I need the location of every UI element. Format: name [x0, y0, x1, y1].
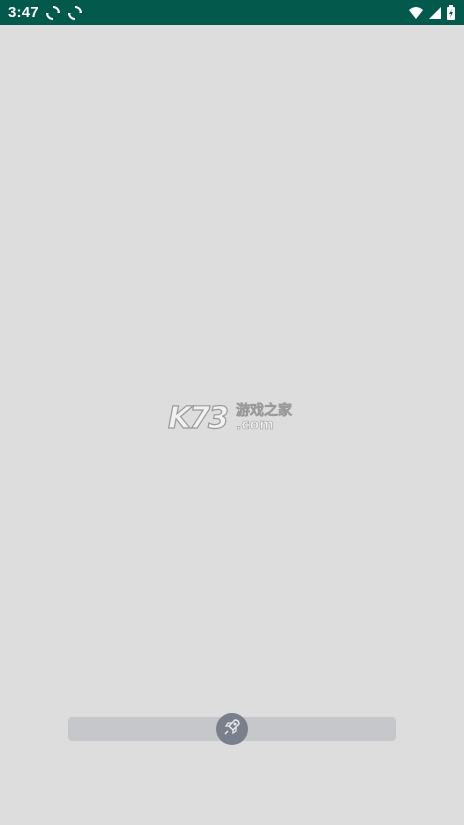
loading-progress-knob: [216, 713, 248, 745]
rocket-icon: [223, 718, 241, 741]
battery-charging-icon: [446, 4, 456, 21]
sync-icon: [45, 5, 61, 21]
status-icons: [408, 4, 456, 21]
status-time: 3:47: [8, 4, 39, 21]
wifi-icon: [408, 6, 424, 20]
logo-domain: .com: [236, 417, 274, 434]
status-bar: 3:47: [0, 0, 464, 25]
signal-icon: [428, 6, 442, 20]
sync-icon: [67, 5, 83, 21]
splash-screen: K73 游戏之家 .com: [0, 25, 464, 825]
app-logo: K73 游戏之家 .com: [167, 397, 296, 453]
logo-mark: K73: [167, 400, 229, 436]
